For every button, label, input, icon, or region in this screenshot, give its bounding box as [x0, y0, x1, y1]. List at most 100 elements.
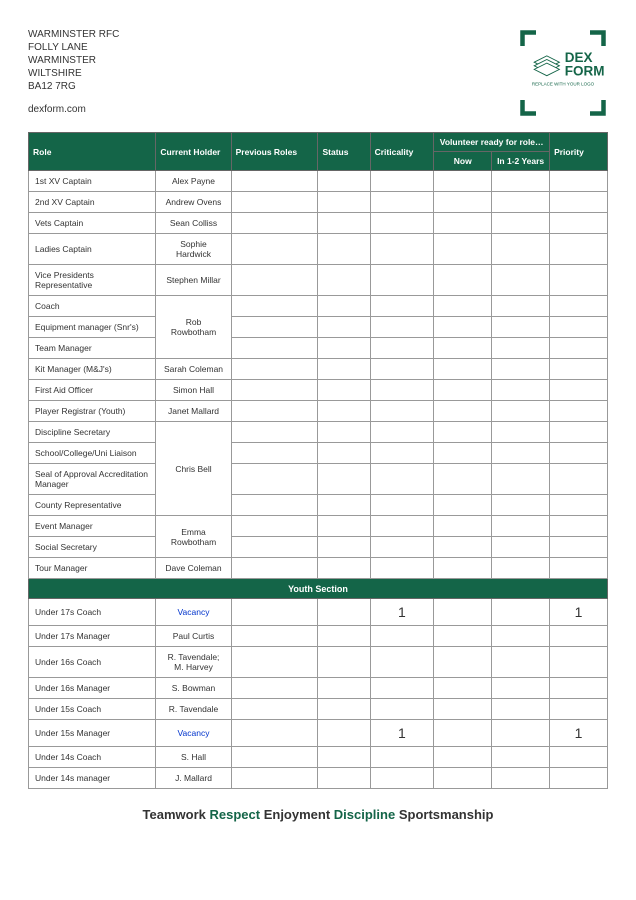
- now-cell: [434, 443, 492, 464]
- years-cell: [492, 234, 550, 265]
- now-cell: [434, 464, 492, 495]
- prev-cell: [231, 516, 318, 537]
- prev-cell: [231, 558, 318, 579]
- table-row: Ladies CaptainSophie Hardwick: [29, 234, 608, 265]
- holder-cell: Sean Colliss: [156, 213, 231, 234]
- priority-cell: [550, 380, 608, 401]
- years-cell: [492, 443, 550, 464]
- prev-cell: [231, 213, 318, 234]
- prev-cell: [231, 495, 318, 516]
- role-cell: Under 14s Coach: [29, 747, 156, 768]
- priority-cell: [550, 537, 608, 558]
- years-cell: [492, 699, 550, 720]
- table-row: Vets CaptainSean Colliss: [29, 213, 608, 234]
- now-cell: [434, 296, 492, 317]
- table-row: Player Registrar (Youth)Janet Mallard: [29, 401, 608, 422]
- crit-cell: [370, 401, 434, 422]
- priority-cell: [550, 495, 608, 516]
- years-cell: [492, 599, 550, 626]
- col-role: Role: [29, 133, 156, 171]
- crit-cell: [370, 234, 434, 265]
- crit-cell: [370, 495, 434, 516]
- col-years: In 1-2 Years: [492, 152, 550, 171]
- prev-cell: [231, 678, 318, 699]
- holder-cell: Emma Rowbotham: [156, 516, 231, 558]
- role-cell: Coach: [29, 296, 156, 317]
- priority-cell: [550, 647, 608, 678]
- holder-cell: Stephen Millar: [156, 265, 231, 296]
- role-cell: Player Registrar (Youth): [29, 401, 156, 422]
- status-cell: [318, 234, 370, 265]
- crit-cell: [370, 747, 434, 768]
- role-cell: Event Manager: [29, 516, 156, 537]
- roles-table: Role Current Holder Previous Roles Statu…: [28, 132, 608, 789]
- motto-word: Sportsmanship: [399, 807, 494, 822]
- role-cell: Under 15s Coach: [29, 699, 156, 720]
- crit-cell: [370, 213, 434, 234]
- years-cell: [492, 626, 550, 647]
- prev-cell: [231, 422, 318, 443]
- table-row: Under 17s CoachVacancy11: [29, 599, 608, 626]
- table-row: Seal of Approval Accreditation Manager: [29, 464, 608, 495]
- crit-cell: [370, 443, 434, 464]
- prev-cell: [231, 647, 318, 678]
- col-status: Status: [318, 133, 370, 171]
- status-cell: [318, 338, 370, 359]
- status-cell: [318, 599, 370, 626]
- now-cell: [434, 495, 492, 516]
- table-row: Under 16s ManagerS. Bowman: [29, 678, 608, 699]
- table-row: Tour ManagerDave Coleman: [29, 558, 608, 579]
- role-cell: Under 16s Coach: [29, 647, 156, 678]
- holder-cell: R. Tavendale; M. Harvey: [156, 647, 231, 678]
- holder-cell: Alex Payne: [156, 171, 231, 192]
- now-cell: [434, 516, 492, 537]
- role-cell: Under 14s manager: [29, 768, 156, 789]
- priority-cell: [550, 678, 608, 699]
- years-cell: [492, 537, 550, 558]
- table-row: Vice Presidents RepresentativeStephen Mi…: [29, 265, 608, 296]
- priority-cell: [550, 626, 608, 647]
- motto-word: Discipline: [334, 807, 395, 822]
- address-line: FOLLY LANE: [28, 41, 119, 54]
- crit-cell: [370, 678, 434, 699]
- crit-cell: [370, 359, 434, 380]
- priority-cell: 1: [550, 720, 608, 747]
- role-cell: Social Secretary: [29, 537, 156, 558]
- table-row: Under 14s CoachS. Hall: [29, 747, 608, 768]
- status-cell: [318, 171, 370, 192]
- role-cell: Tour Manager: [29, 558, 156, 579]
- status-cell: [318, 537, 370, 558]
- crit-cell: [370, 768, 434, 789]
- years-cell: [492, 678, 550, 699]
- status-cell: [318, 626, 370, 647]
- priority-cell: [550, 296, 608, 317]
- now-cell: [434, 558, 492, 579]
- priority-cell: [550, 516, 608, 537]
- crit-cell: [370, 537, 434, 558]
- priority-cell: [550, 768, 608, 789]
- holder-cell: Sophie Hardwick: [156, 234, 231, 265]
- priority-cell: [550, 265, 608, 296]
- crit-cell: [370, 380, 434, 401]
- years-cell: [492, 359, 550, 380]
- years-cell: [492, 720, 550, 747]
- now-cell: [434, 768, 492, 789]
- status-cell: [318, 296, 370, 317]
- holder-cell: Andrew Ovens: [156, 192, 231, 213]
- priority-cell: [550, 558, 608, 579]
- years-cell: [492, 422, 550, 443]
- table-row: Discipline SecretaryChris Bell: [29, 422, 608, 443]
- holder-cell: Sarah Coleman: [156, 359, 231, 380]
- crit-cell: [370, 626, 434, 647]
- status-cell: [318, 558, 370, 579]
- crit-cell: 1: [370, 599, 434, 626]
- status-cell: [318, 747, 370, 768]
- prev-cell: [231, 380, 318, 401]
- priority-cell: [550, 443, 608, 464]
- prev-cell: [231, 359, 318, 380]
- prev-cell: [231, 699, 318, 720]
- status-cell: [318, 422, 370, 443]
- prev-cell: [231, 171, 318, 192]
- holder-cell: Simon Hall: [156, 380, 231, 401]
- now-cell: [434, 747, 492, 768]
